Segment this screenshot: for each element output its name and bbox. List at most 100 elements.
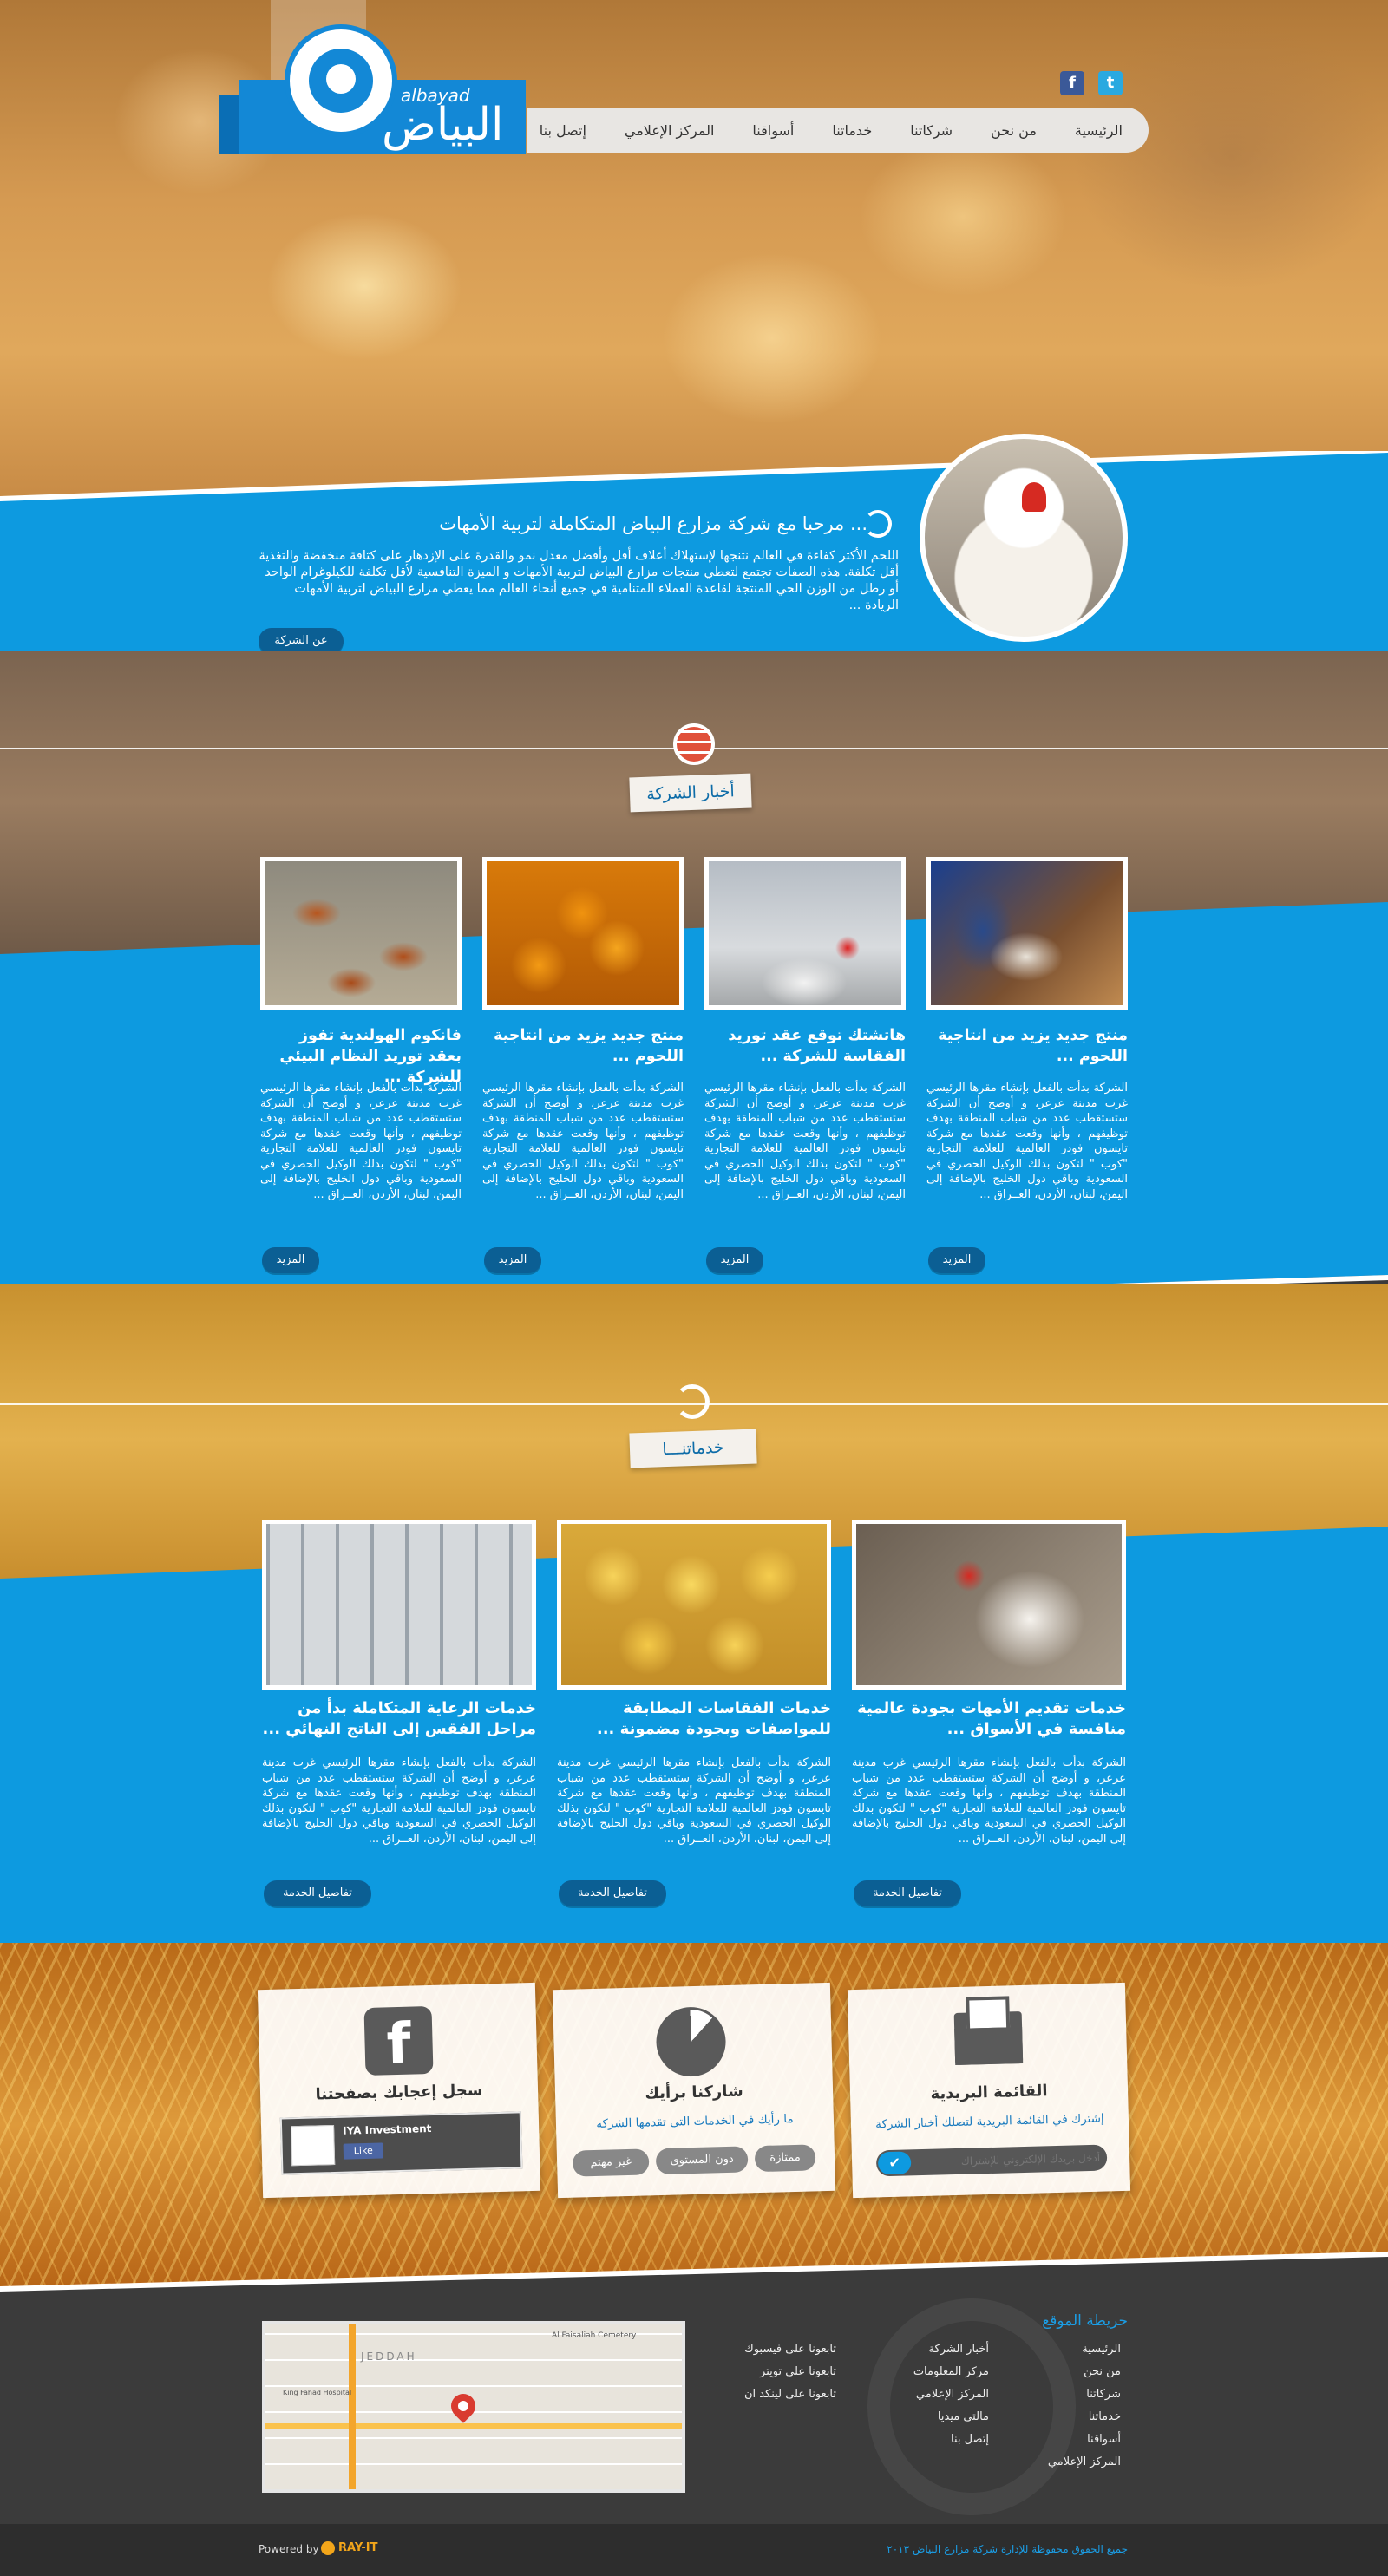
poll-option-not-interested[interactable]: غير مهتم (572, 2148, 650, 2177)
powered-by-brand[interactable]: RAY-IT (338, 2541, 377, 2554)
facebook-widget: IYA Investment Like (279, 2111, 523, 2175)
welcome-text: اللحم الأكثر كفاءة في العالم نتنجها لإست… (259, 549, 899, 612)
ray-it-logo-icon[interactable] (321, 2541, 335, 2555)
pie-chart-icon (655, 2006, 727, 2078)
footer-link[interactable]: شركاتنا (999, 2383, 1121, 2406)
poll-option-below[interactable]: دون المستوى (655, 2146, 749, 2175)
news-image-2[interactable] (704, 857, 906, 1010)
footer-link[interactable]: مالتي ميديا (868, 2406, 989, 2429)
news-image-1[interactable] (926, 857, 1128, 1010)
footer-follow-twitter[interactable]: تابعونا على تويتر (694, 2361, 836, 2383)
poll-question: ما رأيك في الخدمات التي تقدمها الشركة (596, 2112, 794, 2131)
facebook-panel: f سجل إعجابك بصفحتنا IYA Investment Like (257, 1982, 541, 2199)
footer-bottom-bar (0, 2524, 1388, 2576)
service-details-button-3[interactable]: تفاصيل الخدمة (264, 1880, 371, 1906)
copyright-text: جميع الحقوق محفوظة للإدارة شركة مزارع ال… (887, 2543, 1128, 2555)
facebook-like-label[interactable]: Like (354, 2145, 373, 2157)
nav-contact[interactable]: إتصل بنا (540, 122, 586, 139)
nav-markets[interactable]: أسواقنا (752, 122, 794, 139)
service-image-1[interactable] (852, 1520, 1126, 1690)
service-image-3[interactable] (262, 1520, 536, 1690)
news-text-2: الشركة بدأت بالفعل بإنشاء مقرها الرئيسي … (704, 1082, 906, 1201)
newsletter-panel: القائمة البريدية إشترك في القائمة البريد… (847, 1982, 1131, 2199)
logo-text-ar: البياض (382, 99, 504, 151)
footer-link[interactable]: المركز الإعلامي (999, 2451, 1121, 2474)
service-title-2[interactable]: خدمات الفقاسات المطابقة للمواصفات وبجودة… (557, 1698, 831, 1740)
footer-links-col2: أخبار الشركة مركز المعلومات المركز الإعل… (868, 2338, 989, 2451)
footer (0, 2297, 1388, 2524)
service-image-2[interactable] (557, 1520, 831, 1690)
service-details-button-1[interactable]: تفاصيل الخدمة (854, 1880, 961, 1906)
swirl-icon (864, 510, 892, 538)
facebook-like-button[interactable]: Like (343, 2142, 384, 2160)
nav-services[interactable]: خدماتنا (832, 122, 872, 139)
map-label-hospital: King Fahad Hospital (283, 2389, 352, 2396)
service-title-3[interactable]: خدمات الرعاية المتكاملة بدأ من مراحل الف… (262, 1698, 536, 1740)
footer-link[interactable]: الرئيسية (999, 2338, 1121, 2361)
poll-option-excellent[interactable]: ممتازة (754, 2144, 816, 2173)
footer-link[interactable]: المركز الإعلامي (868, 2383, 989, 2406)
services-section-title: خدماتنـــا (629, 1429, 757, 1468)
facebook-large-icon[interactable]: f (363, 2005, 434, 2076)
map-label-jeddah: JEDDAH (361, 2350, 417, 2363)
nav-media-center[interactable]: المركز الإعلامي (625, 122, 715, 139)
service-text-1: الشركة بدأت بالفعل بإنشاء مقرها الرئيسي … (852, 1756, 1126, 1846)
footer-follow-facebook[interactable]: تابعونا على فيسبوك (694, 2338, 836, 2361)
newsletter-email-input[interactable] (915, 2144, 1101, 2176)
news-image-3[interactable] (482, 857, 684, 1010)
globe-icon (673, 723, 715, 765)
footer-link[interactable]: من نحن (999, 2361, 1121, 2383)
footer-links-col3: تابعونا على فيسبوك تابعونا على تويتر تاب… (694, 2338, 836, 2406)
footer-link[interactable]: خدماتنا (999, 2406, 1121, 2429)
logo-bird-icon[interactable] (285, 24, 397, 137)
facebook-page-name: IYA Investment (343, 2122, 432, 2137)
news-title-4[interactable]: فانكوم الهولندية تفوز بعقد توريد النظام … (260, 1025, 462, 1088)
news-text-1: الشركة بدأت بالفعل بإنشاء مقرها الرئيسي … (926, 1082, 1128, 1201)
envelope-icon (953, 1996, 1024, 2066)
sitemap-title: خريطة الموقع (1042, 2312, 1128, 2330)
location-map[interactable]: JEDDAH Al Faisaliah Cemetery King Fahad … (262, 2321, 685, 2493)
news-title-3[interactable]: منتج جديد يزيد من انتاجية اللحوم ... (482, 1025, 684, 1067)
poll-panel: شاركنا برأيك ما رأيك في الخدمات التي تقد… (552, 1982, 836, 2199)
newsletter-title: القائمة البريدية (930, 2082, 1048, 2103)
footer-link[interactable]: مركز المعلومات (868, 2361, 989, 2383)
welcome-title: مرحبا مع شركة مزارع البياض المتكاملة لتر… (439, 513, 868, 534)
twitter-icon[interactable]: t (1098, 71, 1123, 95)
service-title-1[interactable]: خدمات تقديم الأمهات بجودة عالمية منافسة … (852, 1698, 1126, 1740)
news-title-2[interactable]: هاتشتك توقع عقد توريد الفقاسة للشركة ... (704, 1025, 906, 1067)
newsletter-subtitle: إشترك في القائمة البريدية لتصلك أخبار ال… (874, 2111, 1104, 2132)
news-section-title: أخبار الشركة (629, 773, 752, 813)
news-title-1[interactable]: منتج جديد يزيد من انتاجية اللحوم ... (926, 1025, 1128, 1067)
service-details-button-2[interactable]: تفاصيل الخدمة (559, 1880, 666, 1906)
nav-home[interactable]: الرئيسية (1075, 122, 1123, 139)
news-more-button-1[interactable]: المزيد (928, 1247, 985, 1273)
nav-about[interactable]: من نحن (991, 122, 1037, 139)
news-more-button-2[interactable]: المزيد (706, 1247, 763, 1273)
facebook-page-avatar (291, 2124, 336, 2167)
news-image-4[interactable] (260, 857, 462, 1010)
nav-companies[interactable]: شركاتنا (910, 122, 953, 139)
footer-link[interactable]: أخبار الشركة (868, 2338, 989, 2361)
news-more-button-3[interactable]: المزيد (484, 1247, 541, 1273)
check-icon[interactable]: ✔ (877, 2151, 912, 2175)
news-text-4: الشركة بدأت بالفعل بإنشاء مقرها الرئيسي … (260, 1082, 462, 1201)
map-pin-icon[interactable] (446, 2389, 481, 2423)
service-text-3: الشركة بدأت بالفعل بإنشاء مقرها الرئيسي … (262, 1756, 536, 1846)
news-text-3: الشركة بدأت بالفعل بإنشاء مقرها الرئيسي … (482, 1082, 684, 1201)
map-label-cemetery: Al Faisaliah Cemetery (552, 2331, 637, 2340)
footer-follow-linkedin[interactable]: تابعونا على لينكد ان (694, 2383, 836, 2406)
footer-link[interactable]: أسواقنا (999, 2429, 1121, 2451)
facebook-icon[interactable]: f (1060, 71, 1084, 95)
powered-by-label: Powered by : (259, 2543, 326, 2555)
hero-photo (0, 0, 1388, 503)
news-more-button-4[interactable]: المزيد (262, 1247, 319, 1273)
facebook-title: سجل إعجابك بصفحتنا (315, 2081, 483, 2104)
main-nav: الرئيسية من نحن شركاتنا خدماتنا أسواقنا … (527, 108, 1149, 153)
news-band (0, 902, 1388, 1324)
footer-links-col1: الرئيسية من نحن شركاتنا خدماتنا أسواقنا … (999, 2338, 1121, 2474)
services-swirl-icon (675, 1384, 710, 1419)
service-text-2: الشركة بدأت بالفعل بإنشاء مقرها الرئيسي … (557, 1756, 831, 1846)
hen-photo (920, 434, 1128, 642)
footer-link[interactable]: إتصل بنا (868, 2429, 989, 2451)
newsletter-email-field[interactable]: ✔ (875, 2144, 1108, 2177)
